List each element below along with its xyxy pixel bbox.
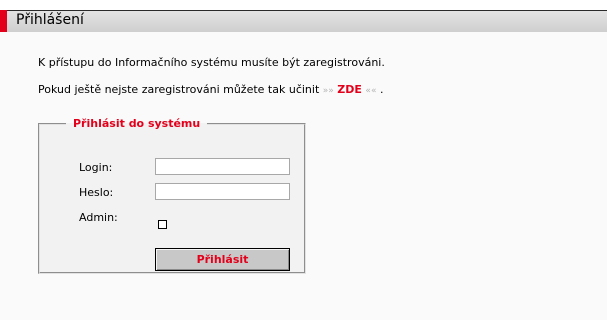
password-label: Heslo: <box>79 186 114 199</box>
registration-hint: Pokud ještě nejste zaregistrováni můžete… <box>38 83 383 96</box>
arrow-right-icon-2: « <box>370 86 377 96</box>
password-input[interactable] <box>155 183 290 200</box>
login-input[interactable] <box>155 158 290 175</box>
login-form: Přihlásit do systému Login: Heslo: Admin… <box>38 117 306 274</box>
admin-label: Admin: <box>79 211 118 224</box>
registration-notice: K přístupu do Informačního systému musít… <box>38 56 385 69</box>
login-form-title: Přihlásit do systému <box>73 117 201 130</box>
header-accent-bar <box>0 10 7 32</box>
arrow-left-icon-2: » <box>328 86 334 96</box>
admin-checkbox[interactable] <box>158 220 167 229</box>
registration-hint-period: . <box>379 83 384 96</box>
main-content: K přístupu do Informačního systému musít… <box>0 32 607 320</box>
registration-hint-text: Pokud ještě nejste zaregistrováni můžete… <box>38 83 320 96</box>
page-title: Přihlášení <box>16 12 84 28</box>
page-header: Přihlášení <box>0 10 607 32</box>
login-button[interactable]: Přihlásit <box>155 248 290 271</box>
register-link[interactable]: ZDE <box>337 83 362 96</box>
login-label: Login: <box>79 161 113 174</box>
